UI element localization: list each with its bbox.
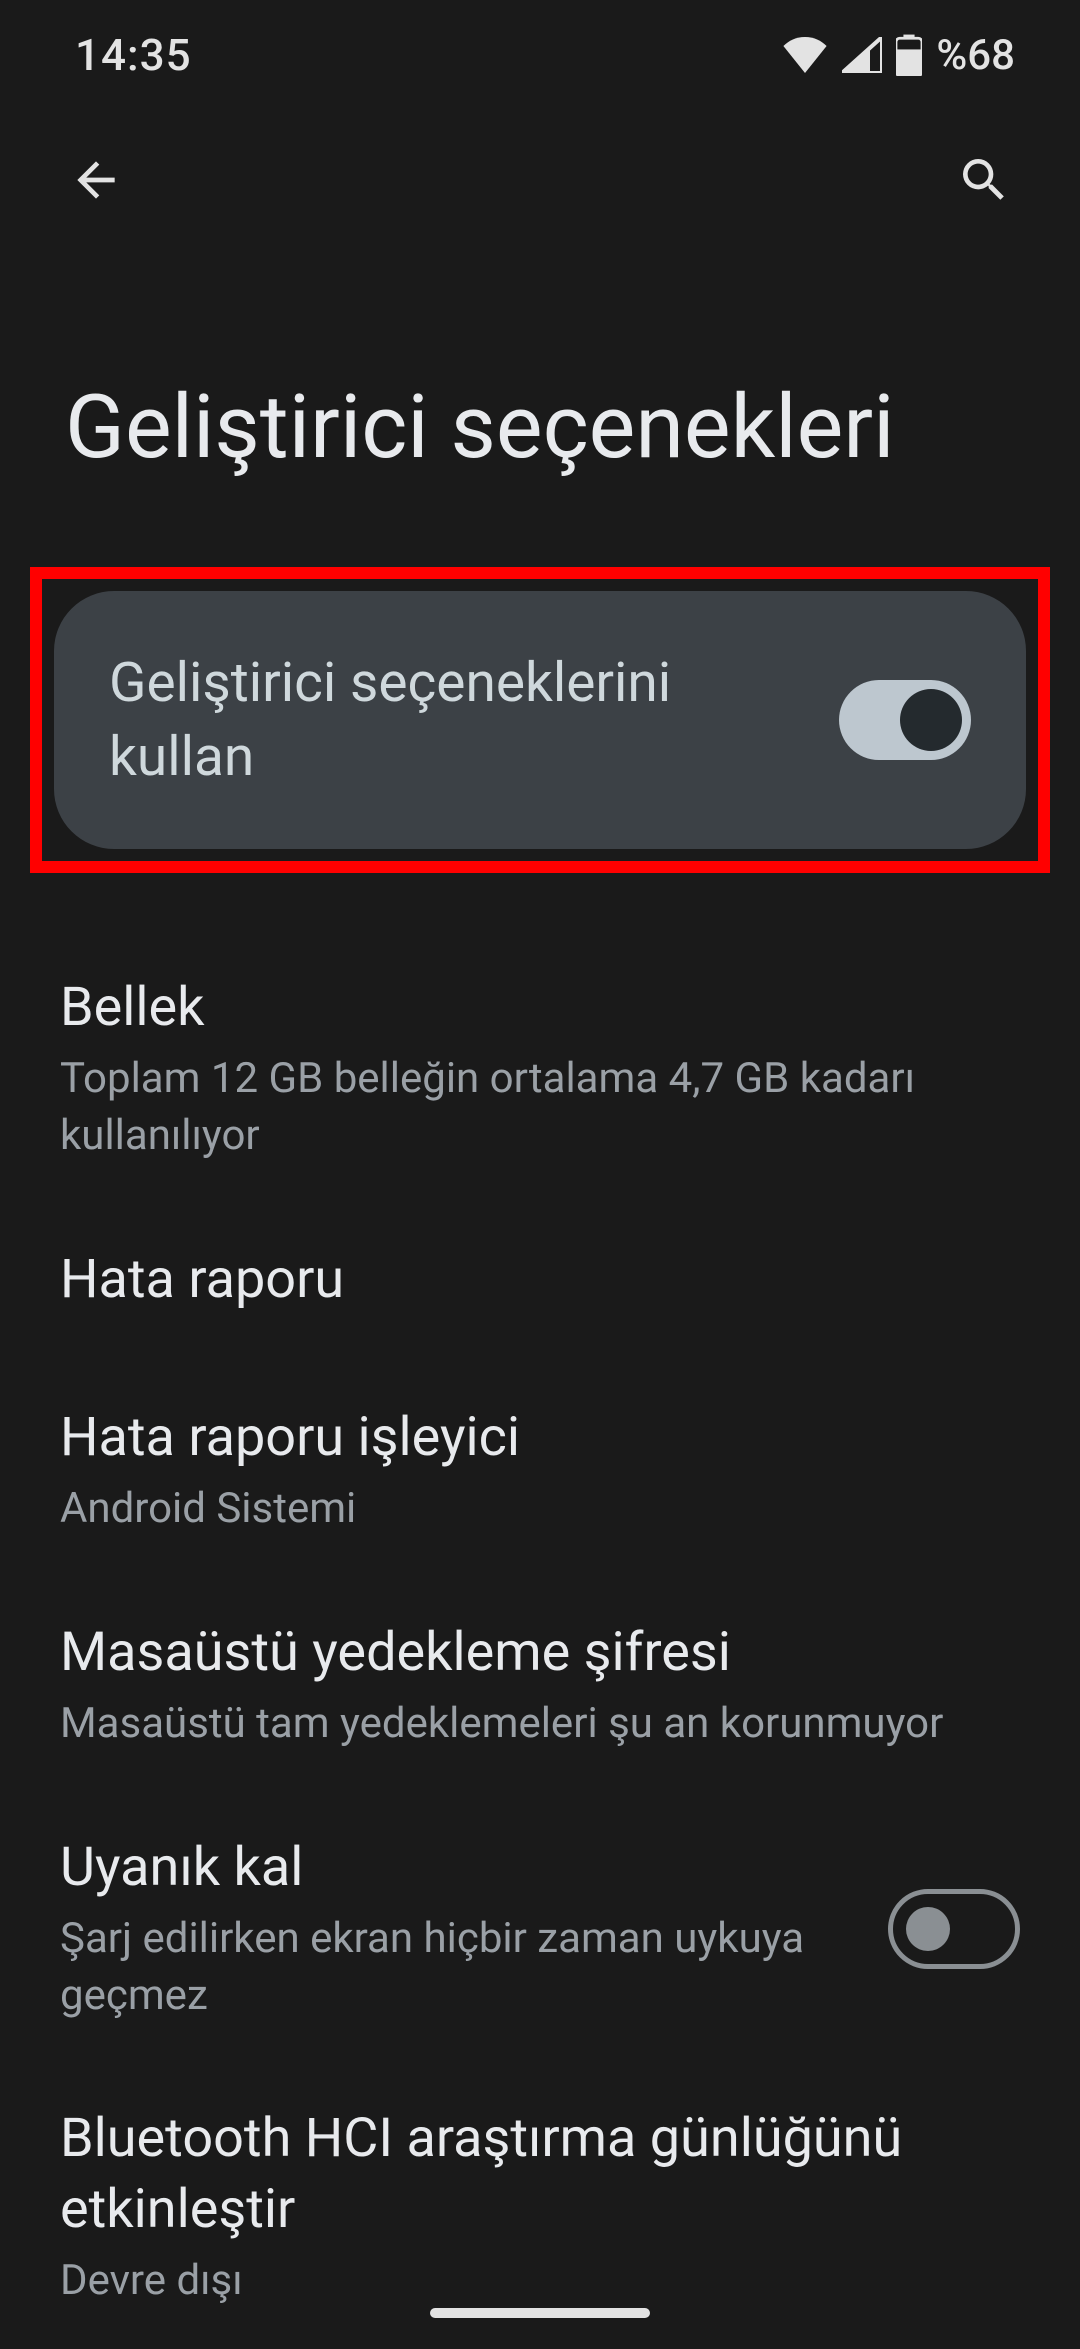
wifi-icon [782,37,828,73]
setting-text: Hata raporu [60,1245,1020,1323]
back-button[interactable] [60,144,132,216]
signal-icon [842,37,882,73]
setting-item-desktop-backup-password[interactable]: Masaüstü yedekleme şifresi Masaüstü tam … [60,1578,1020,1793]
setting-title: Hata raporu işleyici [60,1403,1020,1473]
setting-item-bug-report[interactable]: Hata raporu [60,1205,1020,1363]
highlight-annotation: Geliştirici seçeneklerini kullan [30,567,1050,874]
setting-title: Uyanık kal [60,1833,840,1903]
master-toggle-card[interactable]: Geliştirici seçeneklerini kullan [54,591,1026,850]
battery-percentage: %68 [936,31,1015,80]
page-title: Geliştirici seçenekleri [0,250,1080,567]
setting-text: Uyanık kal Şarj edilirken ekran hiçbir z… [60,1833,840,2025]
setting-item-memory[interactable]: Bellek Toplam 12 GB belleğin ortalama 4,… [60,933,1020,1205]
setting-title: Masaüstü yedekleme şifresi [60,1618,1020,1688]
search-icon [956,152,1012,208]
setting-title: Hata raporu [60,1245,1020,1315]
setting-item-bluetooth-hci-log[interactable]: Bluetooth HCI araştırma günlüğünü etkinl… [60,2064,1020,2349]
status-time: 14:35 [75,29,192,81]
arrow-left-icon [68,152,124,208]
setting-subtitle: Şarj edilirken ekran hiçbir zaman uykuya… [60,1911,840,2024]
setting-title: Bluetooth HCI araştırma günlüğünü etkinl… [60,2104,1020,2244]
master-toggle-label: Geliştirici seçeneklerini kullan [109,646,789,795]
status-bar: 14:35 %68 [0,0,1080,110]
setting-subtitle: Android Sistemi [60,1481,1020,1538]
setting-text: Hata raporu işleyici Android Sistemi [60,1403,1020,1538]
status-indicators: %68 [782,31,1015,80]
settings-list: Bellek Toplam 12 GB belleğin ortalama 4,… [0,933,1080,2349]
setting-item-bug-report-handler[interactable]: Hata raporu işleyici Android Sistemi [60,1363,1020,1578]
master-toggle-switch[interactable] [839,680,971,760]
search-button[interactable] [948,144,1020,216]
setting-subtitle: Devre dışı [60,2253,1020,2310]
stay-awake-toggle[interactable] [888,1889,1020,1969]
toggle-knob [900,689,962,751]
setting-text: Bluetooth HCI araştırma günlüğünü etkinl… [60,2104,1020,2309]
navigation-handle[interactable] [430,2308,650,2318]
toggle-knob [906,1907,950,1951]
setting-text: Bellek Toplam 12 GB belleğin ortalama 4,… [60,973,1020,1165]
toolbar [0,110,1080,250]
battery-icon [896,34,922,76]
setting-item-stay-awake[interactable]: Uyanık kal Şarj edilirken ekran hiçbir z… [60,1793,1020,2065]
setting-text: Masaüstü yedekleme şifresi Masaüstü tam … [60,1618,1020,1753]
setting-title: Bellek [60,973,1020,1043]
setting-subtitle: Toplam 12 GB belleğin ortalama 4,7 GB ka… [60,1051,1020,1164]
setting-subtitle: Masaüstü tam yedeklemeleri şu an korunmu… [60,1696,1020,1753]
